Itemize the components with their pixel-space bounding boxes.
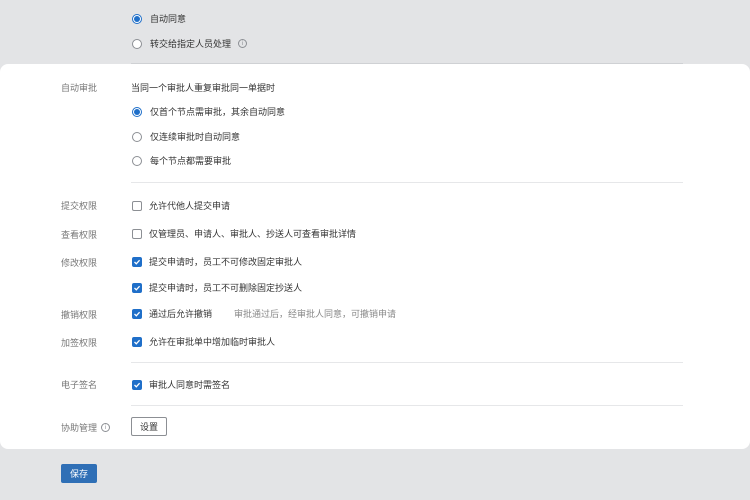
radio-transfer-designated[interactable]: 转交给指定人员处理 i bbox=[132, 37, 248, 50]
checkbox-no-modify-approver[interactable]: 提交申请时，员工不可修改固定审批人 bbox=[132, 255, 302, 268]
checkbox-checked-icon[interactable] bbox=[132, 379, 142, 390]
checkbox-checked-icon[interactable] bbox=[132, 282, 142, 293]
radio-unselected-icon[interactable] bbox=[132, 131, 142, 142]
checkbox-label: 仅管理员、申请人、审批人、抄送人可查看审批详情 bbox=[149, 229, 357, 239]
radio-label: 仅首个节点需审批，其余自动同意 bbox=[150, 107, 286, 117]
radio-selected-icon[interactable] bbox=[132, 106, 142, 117]
checkbox-label: 允许在审批单中增加临时审批人 bbox=[149, 337, 276, 347]
radio-consecutive-auto[interactable]: 仅连续审批时自动同意 bbox=[132, 130, 240, 143]
assist-manage-label: 协助管理 bbox=[61, 423, 98, 433]
e-signature-label: 电子签名 bbox=[61, 380, 98, 390]
top-section: 自动同意 转交给指定人员处理 i bbox=[0, 0, 750, 64]
radio-label: 仅连续审批时自动同意 bbox=[150, 132, 241, 142]
radio-unselected-icon[interactable] bbox=[132, 38, 142, 49]
checkbox-label: 通过后允许撤销 bbox=[149, 309, 213, 319]
settings-button[interactable]: 设置 bbox=[131, 417, 167, 436]
checkbox-label: 审批人同意时需签名 bbox=[149, 380, 231, 390]
divider bbox=[131, 405, 683, 406]
checkbox-unchecked-icon[interactable] bbox=[132, 228, 142, 239]
auto-approve-label: 自动审批 bbox=[61, 83, 98, 93]
modify-permission-label: 修改权限 bbox=[61, 258, 98, 268]
checkbox-view-detail[interactable]: 仅管理员、申请人、审批人、抄送人可查看审批详情 bbox=[132, 227, 356, 240]
assist-manage-label-group: 协助管理 i bbox=[61, 421, 111, 434]
radio-label: 自动同意 bbox=[150, 14, 187, 24]
info-icon[interactable]: i bbox=[238, 39, 248, 48]
radio-auto-agree[interactable]: 自动同意 bbox=[132, 12, 186, 25]
radio-unselected-icon[interactable] bbox=[132, 155, 142, 166]
checkbox-allow-revoke[interactable]: 通过后允许撤销 审批通过后，经审批人同意，可撤销申请 bbox=[132, 307, 396, 320]
save-button[interactable]: 保存 bbox=[61, 464, 97, 483]
view-permission-label: 查看权限 bbox=[61, 230, 98, 240]
checkbox-checked-icon[interactable] bbox=[132, 336, 142, 347]
submit-permission-label: 提交权限 bbox=[61, 201, 98, 211]
checkbox-add-temp-approver[interactable]: 允许在审批单中增加临时审批人 bbox=[132, 335, 275, 348]
checkbox-checked-icon[interactable] bbox=[132, 256, 142, 267]
info-icon[interactable]: i bbox=[101, 423, 111, 432]
checkbox-label: 允许代他人提交申请 bbox=[149, 201, 231, 211]
radio-label: 每个节点都需要审批 bbox=[150, 156, 232, 166]
auto-approve-title: 当同一个审批人重复审批同一单据时 bbox=[131, 83, 276, 93]
radio-every-node[interactable]: 每个节点都需要审批 bbox=[132, 154, 231, 167]
radio-first-node-only[interactable]: 仅首个节点需审批，其余自动同意 bbox=[132, 105, 285, 118]
checkbox-no-delete-cc[interactable]: 提交申请时，员工不可删除固定抄送人 bbox=[132, 281, 302, 294]
checkbox-submit-on-behalf[interactable]: 允许代他人提交申请 bbox=[132, 199, 230, 212]
add-sign-permission-label: 加签权限 bbox=[61, 338, 98, 348]
checkbox-require-signature[interactable]: 审批人同意时需签名 bbox=[132, 378, 230, 391]
revoke-hint: 审批通过后，经审批人同意，可撤销申请 bbox=[234, 309, 397, 319]
checkbox-label: 提交申请时，员工不可删除固定抄送人 bbox=[149, 283, 303, 293]
checkbox-checked-icon[interactable] bbox=[132, 308, 142, 319]
settings-panel bbox=[0, 64, 750, 449]
checkbox-label: 提交申请时，员工不可修改固定审批人 bbox=[149, 257, 303, 267]
checkbox-unchecked-icon[interactable] bbox=[132, 200, 142, 211]
radio-label: 转交给指定人员处理 bbox=[150, 39, 232, 49]
divider bbox=[131, 362, 683, 363]
radio-selected-icon[interactable] bbox=[132, 13, 142, 24]
revoke-permission-label: 撤销权限 bbox=[61, 310, 98, 320]
divider bbox=[131, 182, 683, 183]
